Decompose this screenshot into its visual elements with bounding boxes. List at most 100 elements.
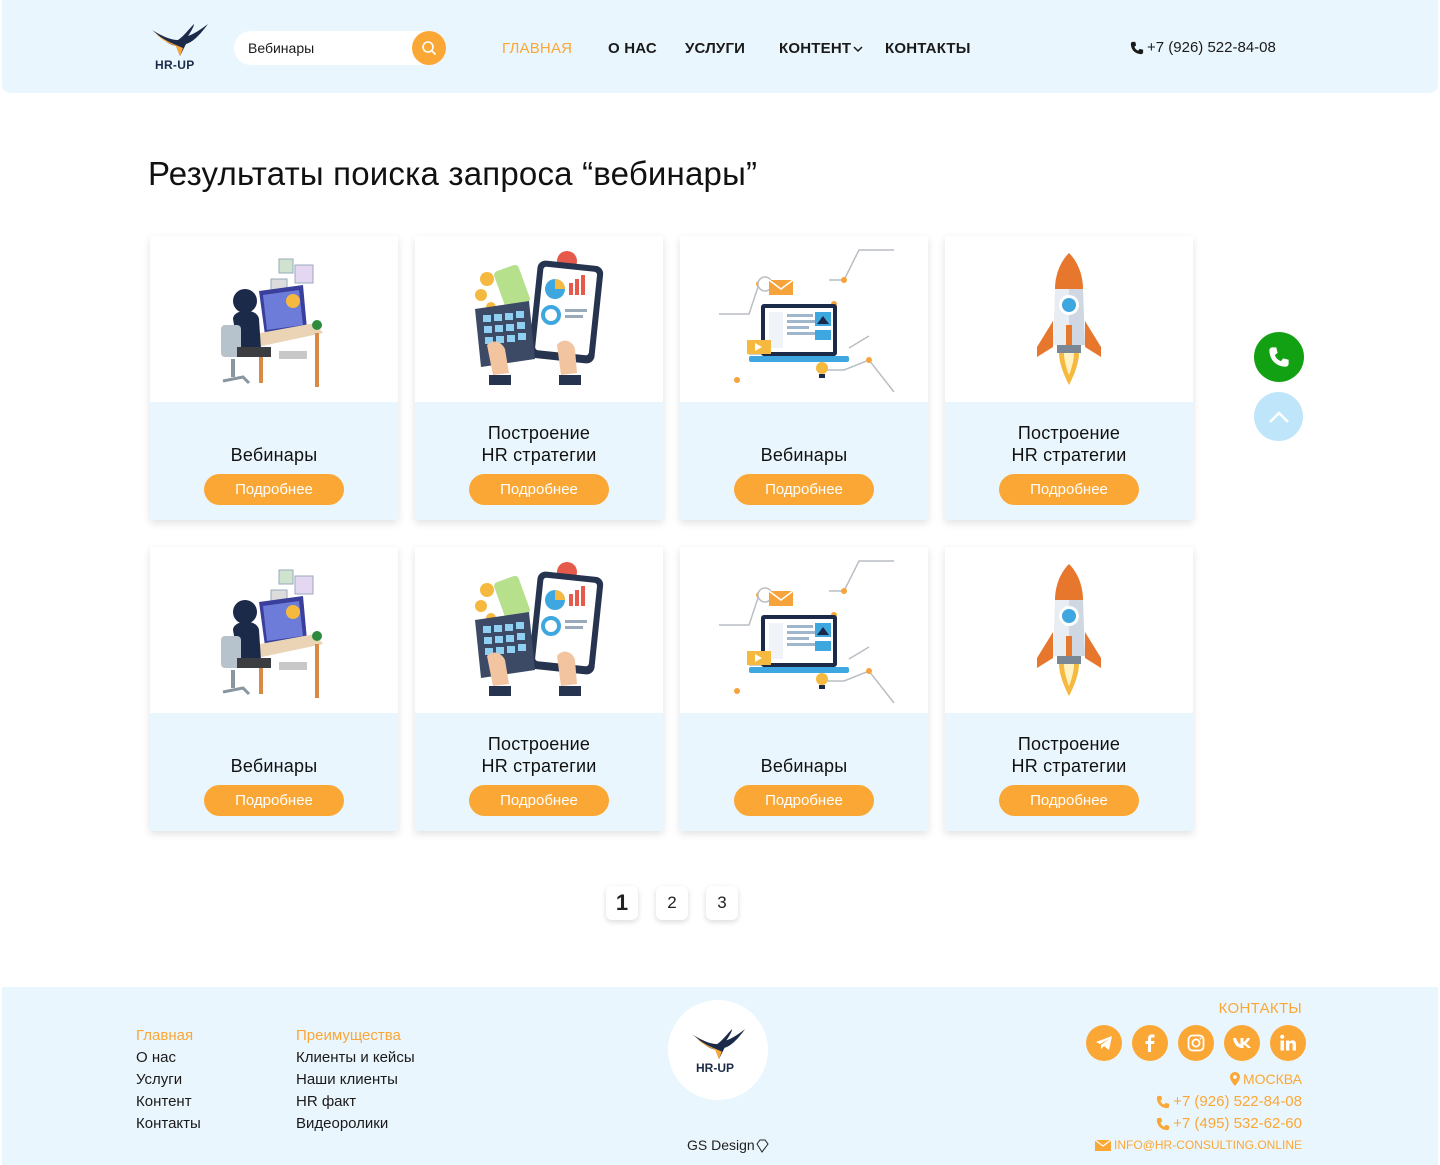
- nav-services[interactable]: УСЛУГИ: [685, 40, 745, 57]
- bird-logo-icon: [692, 1029, 746, 1059]
- more-button[interactable]: Подробнее: [204, 474, 344, 505]
- map-pin-icon: [1229, 1072, 1240, 1086]
- card-footer: Вебинары Подробнее: [150, 713, 398, 831]
- call-button[interactable]: [1254, 332, 1304, 382]
- search-input[interactable]: [248, 31, 408, 65]
- footer-phone-2-text: +7 (495) 532-62-60: [1173, 1115, 1302, 1132]
- result-card[interactable]: Вебинары Подробнее: [150, 236, 398, 520]
- bird-logo-icon: [152, 24, 208, 56]
- footer-nav-col-2: Преимущества Клиенты и кейсы Наши клиент…: [296, 1025, 415, 1135]
- footer-link-content[interactable]: Контент: [136, 1091, 201, 1113]
- search-button[interactable]: [412, 31, 446, 65]
- phone-icon: [1157, 1095, 1170, 1108]
- more-button[interactable]: Подробнее: [999, 785, 1139, 816]
- page-1[interactable]: 1: [606, 886, 638, 920]
- footer-phone-1-text: +7 (926) 522-84-08: [1173, 1093, 1302, 1110]
- card-footer: Построение HR стратегии Подробнее: [415, 402, 663, 520]
- chevron-down-icon: [853, 46, 863, 53]
- nav-content[interactable]: КОНТЕНТ: [779, 40, 863, 57]
- result-card[interactable]: Построение HR стратегии Подробнее: [945, 236, 1193, 520]
- nav-home[interactable]: ГЛАВНАЯ: [502, 40, 572, 57]
- more-button[interactable]: Подробнее: [999, 474, 1139, 505]
- phone-icon: [1269, 347, 1289, 367]
- result-card[interactable]: Построение HR стратегии Подробнее: [415, 547, 663, 831]
- telegram-icon[interactable]: [1086, 1025, 1122, 1061]
- footer-link-services[interactable]: Услуги: [136, 1069, 201, 1091]
- header-phone-number: +7 (926) 522-84-08: [1147, 39, 1276, 56]
- footer-link-clients[interactable]: Наши клиенты: [296, 1069, 415, 1091]
- phone-icon: [1157, 1117, 1170, 1130]
- footer-link-home[interactable]: Главная: [136, 1025, 201, 1047]
- scroll-up-button[interactable]: [1254, 392, 1303, 441]
- more-button[interactable]: Подробнее: [469, 474, 609, 505]
- linkedin-icon[interactable]: [1270, 1025, 1306, 1061]
- card-footer: Вебинары Подробнее: [680, 713, 928, 831]
- footer-email[interactable]: INFO@HR-CONSULTING.ONLINE: [1095, 1138, 1302, 1152]
- card-footer: Вебинары Подробнее: [680, 402, 928, 520]
- mail-icon: [1095, 1139, 1112, 1151]
- footer-email-text: INFO@HR-CONSULTING.ONLINE: [1114, 1138, 1302, 1152]
- logo-text: HR-UP: [155, 58, 195, 72]
- card-title: Построение HR стратегии: [481, 734, 597, 776]
- card-title: Построение HR стратегии: [481, 423, 597, 465]
- laptop-network-illustration: [680, 547, 928, 713]
- result-card[interactable]: Вебинары Подробнее: [150, 547, 398, 831]
- footer-link-contacts[interactable]: Контакты: [136, 1113, 201, 1135]
- page-2[interactable]: 2: [656, 886, 688, 920]
- instagram-icon[interactable]: [1178, 1025, 1214, 1061]
- result-card[interactable]: Вебинары Подробнее: [680, 547, 928, 831]
- result-card[interactable]: Вебинары Подробнее: [680, 236, 928, 520]
- footer-link-hr-fact[interactable]: HR факт: [296, 1091, 415, 1113]
- nav-contacts[interactable]: КОНТАКТЫ: [885, 40, 971, 57]
- result-card[interactable]: Построение HR стратегии Подробнее: [945, 547, 1193, 831]
- card-title: Вебинары: [230, 756, 318, 776]
- more-button[interactable]: Подробнее: [734, 474, 874, 505]
- footer-contacts-title: КОНТАКТЫ: [1218, 1000, 1302, 1017]
- search-icon: [422, 41, 437, 56]
- card-footer: Построение HR стратегии Подробнее: [945, 402, 1193, 520]
- more-button[interactable]: Подробнее: [204, 785, 344, 816]
- card-footer: Построение HR стратегии Подробнее: [945, 713, 1193, 831]
- diamond-icon: [755, 1139, 769, 1154]
- vk-icon[interactable]: [1224, 1025, 1260, 1061]
- nav-about[interactable]: О НАС: [608, 40, 657, 57]
- designer-credit[interactable]: GS Design: [687, 1137, 769, 1154]
- footer-city: МОСКВА: [1229, 1071, 1302, 1087]
- site-logo[interactable]: HR-UP: [150, 22, 210, 74]
- card-title: Построение HR стратегии: [1011, 734, 1127, 776]
- social-links: [1086, 1025, 1306, 1061]
- footer-nav-col-1: Главная О нас Услуги Контент Контакты: [136, 1025, 201, 1135]
- nav-content-label: КОНТЕНТ: [779, 40, 852, 57]
- phone-icon: [1130, 41, 1144, 54]
- footer-link-cases[interactable]: Клиенты и кейсы: [296, 1047, 415, 1069]
- office-worker-illustration: [150, 236, 398, 402]
- designer-credit-text: GS Design: [687, 1137, 755, 1153]
- card-title: Вебинары: [760, 756, 848, 776]
- analytics-tablet-illustration: [415, 547, 663, 713]
- analytics-tablet-illustration: [415, 236, 663, 402]
- card-title: Вебинары: [760, 445, 848, 465]
- more-button[interactable]: Подробнее: [734, 785, 874, 816]
- footer-link-videos[interactable]: Видеоролики: [296, 1113, 415, 1135]
- footer-phone-1[interactable]: +7 (926) 522-84-08: [1156, 1093, 1302, 1110]
- facebook-icon[interactable]: [1132, 1025, 1168, 1061]
- result-card[interactable]: Построение HR стратегии Подробнее: [415, 236, 663, 520]
- footer-logo-text: HR-UP: [696, 1061, 734, 1075]
- footer-link-advantages[interactable]: Преимущества: [296, 1025, 415, 1047]
- laptop-network-illustration: [680, 236, 928, 402]
- footer-link-about[interactable]: О нас: [136, 1047, 201, 1069]
- rocket-illustration: [945, 547, 1193, 713]
- site-header: HR-UP ГЛАВНАЯ О НАС УСЛУГИ КОНТЕНТ КОНТА…: [2, 0, 1438, 93]
- card-title: Вебинары: [230, 445, 318, 465]
- office-worker-illustration: [150, 547, 398, 713]
- rocket-illustration: [945, 236, 1193, 402]
- site-footer: Главная О нас Услуги Контент Контакты Пр…: [2, 987, 1438, 1165]
- footer-city-text: МОСКВА: [1242, 1071, 1302, 1087]
- page-3[interactable]: 3: [706, 886, 738, 920]
- card-title: Построение HR стратегии: [1011, 423, 1127, 465]
- header-phone[interactable]: +7 (926) 522-84-08: [1130, 39, 1276, 56]
- chevron-up-icon: [1268, 410, 1289, 423]
- footer-logo[interactable]: HR-UP: [668, 1000, 768, 1100]
- more-button[interactable]: Подробнее: [469, 785, 609, 816]
- footer-phone-2[interactable]: +7 (495) 532-62-60: [1156, 1115, 1302, 1132]
